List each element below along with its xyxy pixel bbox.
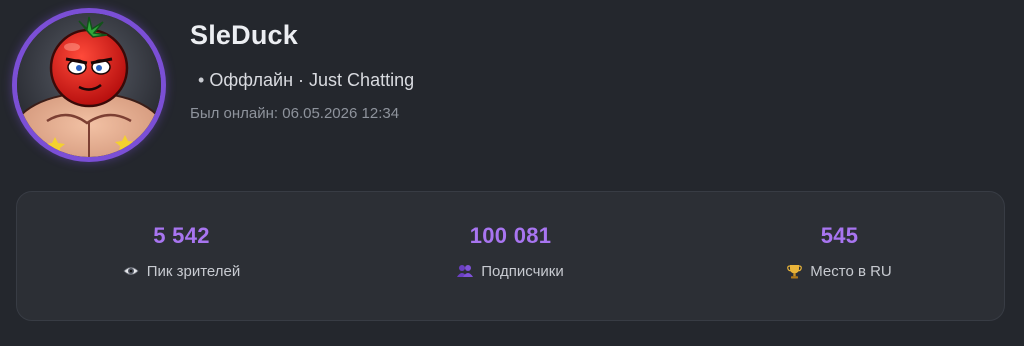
status-text: Оффлайн · Just Chatting bbox=[209, 70, 415, 90]
stat-label: Место в RU bbox=[810, 262, 892, 280]
stat-rank-ru: 545 Место в RU bbox=[675, 192, 1004, 320]
username: SleDuck bbox=[190, 20, 298, 50]
stat-label: Подписчики bbox=[481, 262, 564, 280]
stat-value: 545 bbox=[820, 222, 859, 248]
trophy-icon bbox=[787, 264, 803, 279]
stat-value: 5 542 bbox=[153, 222, 210, 248]
stat-label-row: Подписчики bbox=[457, 263, 564, 280]
stat-peak-viewers: 5 542 Пик зрителей bbox=[17, 192, 346, 320]
profile-header: SleDuck • Оффлайн · Just Chatting Был онл… bbox=[12, 8, 1012, 168]
stat-label-row: Пик зрителей bbox=[123, 262, 241, 280]
avatar-image bbox=[17, 13, 161, 157]
stat-followers: 100 081 Подписчики bbox=[346, 192, 675, 320]
last-online: Был онлайн: 06.05.2026 12:34 bbox=[190, 105, 400, 122]
status-dot: • bbox=[198, 70, 205, 90]
eye-icon bbox=[123, 265, 139, 277]
stat-label: Пик зрителей bbox=[146, 262, 241, 280]
avatar-ring bbox=[12, 8, 166, 162]
stat-label-row: Место в RU bbox=[787, 263, 892, 280]
stat-value: 100 081 bbox=[469, 222, 552, 248]
users-icon bbox=[457, 264, 474, 278]
status-line: • Оффлайн · Just Chatting bbox=[198, 70, 414, 91]
avatar[interactable] bbox=[17, 13, 161, 157]
stats-card: 5 542 Пик зрителей 100 081 Подписчики 54… bbox=[16, 191, 1005, 321]
